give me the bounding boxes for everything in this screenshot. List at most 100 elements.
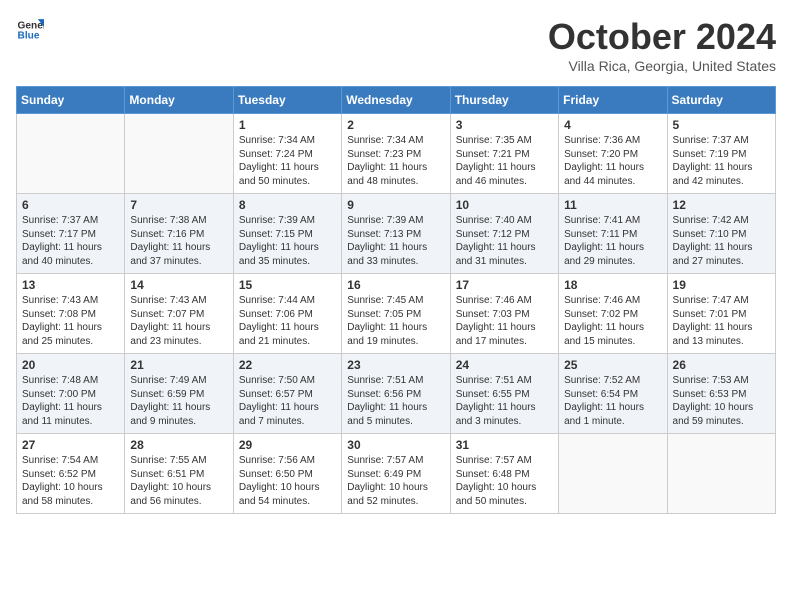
calendar-cell [559, 434, 667, 514]
calendar-cell: 6 Sunrise: 7:37 AM Sunset: 7:17 PM Daylig… [17, 194, 125, 274]
cell-content: Sunrise: 7:38 AM Sunset: 7:16 PM Dayligh… [130, 214, 227, 268]
calendar-cell: 31 Sunrise: 7:57 AM Sunset: 6:48 PM Dayli… [450, 434, 558, 514]
day-number: 31 [456, 438, 553, 452]
cell-content: Sunrise: 7:39 AM Sunset: 7:15 PM Dayligh… [239, 214, 336, 268]
calendar-cell: 13 Sunrise: 7:43 AM Sunset: 7:08 PM Dayli… [17, 274, 125, 354]
cell-content: Sunrise: 7:37 AM Sunset: 7:17 PM Dayligh… [22, 214, 119, 268]
calendar-table: SundayMondayTuesdayWednesdayThursdayFrid… [16, 86, 776, 514]
cell-content: Sunrise: 7:48 AM Sunset: 7:00 PM Dayligh… [22, 374, 119, 428]
cell-content: Sunrise: 7:42 AM Sunset: 7:10 PM Dayligh… [673, 214, 770, 268]
cell-content: Sunrise: 7:47 AM Sunset: 7:01 PM Dayligh… [673, 294, 770, 348]
day-number: 25 [564, 358, 661, 372]
cell-content: Sunrise: 7:34 AM Sunset: 7:24 PM Dayligh… [239, 134, 336, 188]
calendar-header-row: SundayMondayTuesdayWednesdayThursdayFrid… [17, 87, 776, 114]
calendar-cell: 30 Sunrise: 7:57 AM Sunset: 6:49 PM Dayli… [342, 434, 450, 514]
day-number: 16 [347, 278, 444, 292]
calendar-cell: 8Sunrise: 7:39 AM Sunset: 7:15 PM Daylig… [233, 194, 341, 274]
cell-content: Sunrise: 7:46 AM Sunset: 7:02 PM Dayligh… [564, 294, 661, 348]
day-number: 6 [22, 198, 119, 212]
cell-content: Sunrise: 7:57 AM Sunset: 6:49 PM Dayligh… [347, 454, 444, 508]
calendar-cell: 14 Sunrise: 7:43 AM Sunset: 7:07 PM Dayli… [125, 274, 233, 354]
day-number: 23 [347, 358, 444, 372]
calendar-cell [667, 434, 775, 514]
calendar-week-1: 1 Sunrise: 7:34 AM Sunset: 7:24 PM Daylig… [17, 114, 776, 194]
calendar-week-2: 6 Sunrise: 7:37 AM Sunset: 7:17 PM Daylig… [17, 194, 776, 274]
calendar-cell: 25 Sunrise: 7:52 AM Sunset: 6:54 PM Dayli… [559, 354, 667, 434]
calendar-cell: 10 Sunrise: 7:40 AM Sunset: 7:12 PM Dayli… [450, 194, 558, 274]
day-number: 15 [239, 278, 336, 292]
cell-content: Sunrise: 7:49 AM Sunset: 6:59 PM Dayligh… [130, 374, 227, 428]
day-number: 14 [130, 278, 227, 292]
day-number: 27 [22, 438, 119, 452]
calendar-cell: 28 Sunrise: 7:55 AM Sunset: 6:51 PM Dayli… [125, 434, 233, 514]
calendar-cell: 19 Sunrise: 7:47 AM Sunset: 7:01 PM Dayli… [667, 274, 775, 354]
cell-content: Sunrise: 7:43 AM Sunset: 7:07 PM Dayligh… [130, 294, 227, 348]
calendar-cell: 9Sunrise: 7:39 AM Sunset: 7:13 PM Daylig… [342, 194, 450, 274]
calendar-cell: 5Sunrise: 7:37 AM Sunset: 7:19 PM Daylig… [667, 114, 775, 194]
month-title: October 2024 [548, 16, 776, 58]
day-number: 21 [130, 358, 227, 372]
day-number: 3 [456, 118, 553, 132]
calendar-cell: 3 Sunrise: 7:35 AM Sunset: 7:21 PM Daylig… [450, 114, 558, 194]
day-number: 1 [239, 118, 336, 132]
cell-content: Sunrise: 7:40 AM Sunset: 7:12 PM Dayligh… [456, 214, 553, 268]
calendar-cell: 15Sunrise: 7:44 AM Sunset: 7:06 PM Dayli… [233, 274, 341, 354]
day-number: 12 [673, 198, 770, 212]
cell-content: Sunrise: 7:34 AM Sunset: 7:23 PM Dayligh… [347, 134, 444, 188]
day-number: 28 [130, 438, 227, 452]
day-number: 17 [456, 278, 553, 292]
calendar-week-3: 13 Sunrise: 7:43 AM Sunset: 7:08 PM Dayli… [17, 274, 776, 354]
calendar-cell: 27 Sunrise: 7:54 AM Sunset: 6:52 PM Dayli… [17, 434, 125, 514]
cell-content: Sunrise: 7:39 AM Sunset: 7:13 PM Dayligh… [347, 214, 444, 268]
calendar-cell: 12 Sunrise: 7:42 AM Sunset: 7:10 PM Dayli… [667, 194, 775, 274]
calendar-cell: 21 Sunrise: 7:49 AM Sunset: 6:59 PM Dayli… [125, 354, 233, 434]
calendar-cell: 4Sunrise: 7:36 AM Sunset: 7:20 PM Daylig… [559, 114, 667, 194]
cell-content: Sunrise: 7:35 AM Sunset: 7:21 PM Dayligh… [456, 134, 553, 188]
cell-content: Sunrise: 7:45 AM Sunset: 7:05 PM Dayligh… [347, 294, 444, 348]
day-header-sunday: Sunday [17, 87, 125, 114]
cell-content: Sunrise: 7:41 AM Sunset: 7:11 PM Dayligh… [564, 214, 661, 268]
day-number: 22 [239, 358, 336, 372]
cell-content: Sunrise: 7:51 AM Sunset: 6:56 PM Dayligh… [347, 374, 444, 428]
calendar-cell: 24 Sunrise: 7:51 AM Sunset: 6:55 PM Dayli… [450, 354, 558, 434]
day-number: 24 [456, 358, 553, 372]
day-number: 30 [347, 438, 444, 452]
calendar-cell [125, 114, 233, 194]
page-header: General Blue October 2024 Villa Rica, Ge… [16, 16, 776, 74]
cell-content: Sunrise: 7:46 AM Sunset: 7:03 PM Dayligh… [456, 294, 553, 348]
day-header-thursday: Thursday [450, 87, 558, 114]
calendar-cell: 23 Sunrise: 7:51 AM Sunset: 6:56 PM Dayli… [342, 354, 450, 434]
cell-content: Sunrise: 7:51 AM Sunset: 6:55 PM Dayligh… [456, 374, 553, 428]
calendar-cell: 17 Sunrise: 7:46 AM Sunset: 7:03 PM Dayli… [450, 274, 558, 354]
day-header-tuesday: Tuesday [233, 87, 341, 114]
cell-content: Sunrise: 7:52 AM Sunset: 6:54 PM Dayligh… [564, 374, 661, 428]
cell-content: Sunrise: 7:55 AM Sunset: 6:51 PM Dayligh… [130, 454, 227, 508]
calendar-cell: 22 Sunrise: 7:50 AM Sunset: 6:57 PM Dayli… [233, 354, 341, 434]
day-number: 29 [239, 438, 336, 452]
cell-content: Sunrise: 7:57 AM Sunset: 6:48 PM Dayligh… [456, 454, 553, 508]
day-number: 13 [22, 278, 119, 292]
day-header-friday: Friday [559, 87, 667, 114]
calendar-cell: 2 Sunrise: 7:34 AM Sunset: 7:23 PM Daylig… [342, 114, 450, 194]
title-block: October 2024 Villa Rica, Georgia, United… [548, 16, 776, 74]
cell-content: Sunrise: 7:54 AM Sunset: 6:52 PM Dayligh… [22, 454, 119, 508]
calendar-cell: 7Sunrise: 7:38 AM Sunset: 7:16 PM Daylig… [125, 194, 233, 274]
day-header-saturday: Saturday [667, 87, 775, 114]
cell-content: Sunrise: 7:50 AM Sunset: 6:57 PM Dayligh… [239, 374, 336, 428]
cell-content: Sunrise: 7:43 AM Sunset: 7:08 PM Dayligh… [22, 294, 119, 348]
calendar-cell: 16 Sunrise: 7:45 AM Sunset: 7:05 PM Dayli… [342, 274, 450, 354]
day-number: 19 [673, 278, 770, 292]
calendar-cell [17, 114, 125, 194]
cell-content: Sunrise: 7:36 AM Sunset: 7:20 PM Dayligh… [564, 134, 661, 188]
cell-content: Sunrise: 7:37 AM Sunset: 7:19 PM Dayligh… [673, 134, 770, 188]
calendar-cell: 29Sunrise: 7:56 AM Sunset: 6:50 PM Dayli… [233, 434, 341, 514]
day-number: 11 [564, 198, 661, 212]
day-number: 18 [564, 278, 661, 292]
day-number: 20 [22, 358, 119, 372]
day-number: 10 [456, 198, 553, 212]
day-number: 2 [347, 118, 444, 132]
svg-text:Blue: Blue [18, 31, 40, 42]
calendar-cell: 18 Sunrise: 7:46 AM Sunset: 7:02 PM Dayli… [559, 274, 667, 354]
calendar-week-4: 20 Sunrise: 7:48 AM Sunset: 7:00 PM Dayli… [17, 354, 776, 434]
calendar-cell: 26Sunrise: 7:53 AM Sunset: 6:53 PM Dayli… [667, 354, 775, 434]
